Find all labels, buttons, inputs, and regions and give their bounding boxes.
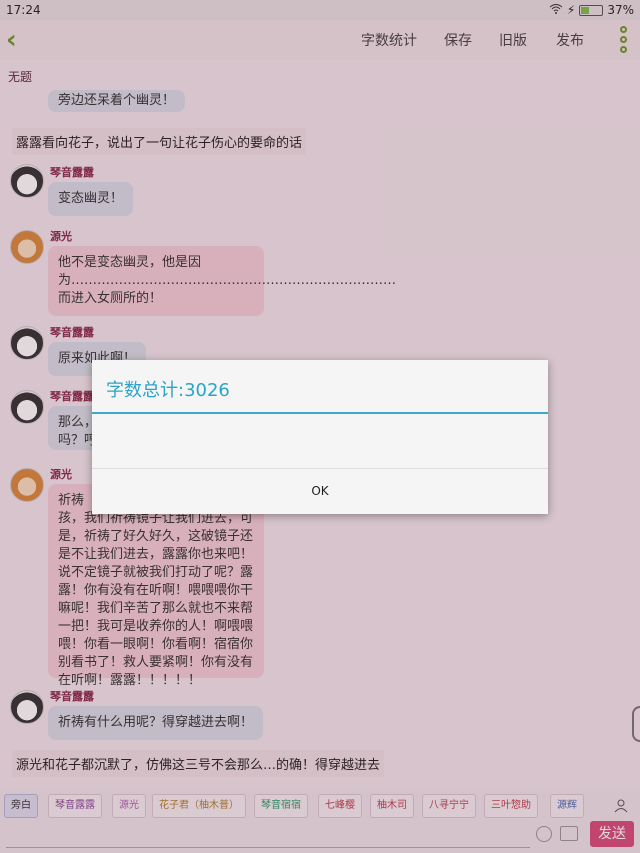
dialog-divider	[92, 412, 548, 414]
dialog-title: 字数总计:3026	[106, 380, 230, 401]
word-count-dialog: 字数总计:3026 OK	[92, 360, 548, 514]
ok-button[interactable]: OK	[92, 469, 548, 514]
